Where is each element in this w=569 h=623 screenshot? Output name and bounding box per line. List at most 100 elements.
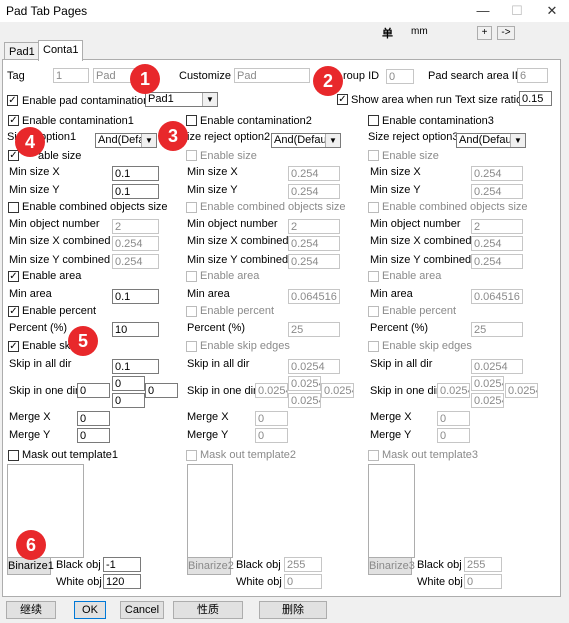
pad-search-label: Pad search area ID [428, 70, 523, 82]
min-y-comb3-input[interactable]: 0.254 [471, 254, 523, 269]
min-x-comb1-input[interactable]: 0.254 [112, 236, 159, 251]
maximize-button[interactable]: ☐ [500, 0, 534, 22]
enable-size3-checkbox[interactable] [368, 150, 379, 161]
skip-top1-input[interactable]: 0 [112, 376, 145, 391]
size-reject1-select[interactable]: And(Default) ▼ [95, 133, 157, 148]
min-x-comb2-input[interactable]: 0.254 [288, 236, 340, 251]
percent2-input[interactable]: 25 [288, 322, 340, 337]
min-x3-input[interactable]: 0.254 [471, 166, 523, 181]
enable-combined3-checkbox[interactable] [368, 202, 379, 213]
min-x-comb3-input[interactable]: 0.254 [471, 236, 523, 251]
skip-left2-input[interactable]: 0.0254 [255, 383, 288, 398]
text-size-input[interactable]: 0.15 [519, 91, 552, 106]
enable-combined2-checkbox[interactable] [186, 202, 197, 213]
enable-combined1-checkbox[interactable] [8, 202, 19, 213]
cancel-button[interactable]: Cancel [120, 601, 164, 619]
enable-area3-checkbox[interactable] [368, 271, 379, 282]
merge-x2-input[interactable]: 0 [255, 411, 288, 426]
percent1-input[interactable]: 10 [112, 322, 159, 337]
skip-top3-input[interactable]: 0.0254 [471, 376, 504, 391]
mask-template2-checkbox[interactable] [186, 450, 197, 461]
skip-right1-input[interactable]: 0 [145, 383, 178, 398]
min-obj2-input[interactable]: 2 [288, 219, 340, 234]
enable-percent3-checkbox[interactable] [368, 306, 379, 317]
enable-pad-contam-checkbox[interactable]: ✓ [7, 95, 18, 106]
minimize-button[interactable]: — [466, 0, 500, 22]
min-y3-input[interactable]: 0.254 [471, 184, 523, 199]
pad-select[interactable]: Pad1 ▼ [145, 92, 218, 107]
show-area-checkbox[interactable]: ✓ [337, 94, 348, 105]
enable-percent1-checkbox[interactable]: ✓ [8, 306, 19, 317]
mask-template2-label: Mask out template2 [200, 449, 296, 461]
mask-template1-checkbox[interactable] [8, 450, 19, 461]
merge-x3-input[interactable]: 0 [437, 411, 470, 426]
min-x1-input[interactable]: 0.1 [112, 166, 159, 181]
black-obj3-input[interactable]: 255 [464, 557, 502, 572]
white-obj2-input[interactable]: 0 [284, 574, 322, 589]
mask-template3-checkbox[interactable] [368, 450, 379, 461]
skip-all3-label: Skip in all dir [370, 358, 433, 370]
close-button[interactable]: ✕ [535, 0, 569, 22]
tag-input[interactable]: 1 [53, 68, 89, 83]
enable-area2-checkbox[interactable] [186, 271, 197, 282]
enable-contam1-label: Enable contamination1 [22, 115, 134, 127]
size-reject3-select[interactable]: And(Default) ▼ [456, 133, 526, 148]
min-area1-input[interactable]: 0.1 [112, 289, 159, 304]
enable-skip3-checkbox[interactable] [368, 341, 379, 352]
merge-x1-label: Merge X [9, 411, 51, 423]
merge-y3-input[interactable]: 0 [437, 428, 470, 443]
min-x2-input[interactable]: 0.254 [288, 166, 340, 181]
min-area2-input[interactable]: 0.064516 [288, 289, 340, 304]
enable-size1-checkbox[interactable]: ✓ [8, 150, 19, 161]
enable-contam3-checkbox[interactable] [368, 115, 379, 126]
binarize2-button[interactable]: Binarize2 [187, 557, 234, 575]
property-button[interactable]: 性质 [173, 601, 243, 619]
black-obj2-input[interactable]: 255 [284, 557, 322, 572]
pad-search-input[interactable]: 6 [517, 68, 548, 83]
skip-left1-input[interactable]: 0 [77, 383, 110, 398]
enable-contam2-checkbox[interactable] [186, 115, 197, 126]
ok-button[interactable]: OK [74, 601, 106, 619]
arrow-button[interactable]: -> [497, 26, 515, 40]
skip-all1-input[interactable]: 0.1 [112, 359, 159, 374]
enable-size2-checkbox[interactable] [186, 150, 197, 161]
merge-y2-input[interactable]: 0 [255, 428, 288, 443]
min-y-comb2-input[interactable]: 0.254 [288, 254, 340, 269]
percent3-input[interactable]: 25 [471, 322, 523, 337]
size-reject2-select[interactable]: And(Default) ▼ [271, 133, 341, 148]
skip-bottom1-input[interactable]: 0 [112, 393, 145, 408]
white-obj1-input[interactable]: 120 [103, 574, 141, 589]
merge-x1-input[interactable]: 0 [77, 411, 110, 426]
black-obj1-input[interactable]: -1 [103, 557, 141, 572]
min-y1-input[interactable]: 0.1 [112, 184, 159, 199]
skip-bottom2-input[interactable]: 0.0254 [288, 393, 321, 408]
enable-percent2-checkbox[interactable] [186, 306, 197, 317]
plus-button[interactable]: + [477, 26, 492, 40]
skip-bottom3-input[interactable]: 0.0254 [471, 393, 504, 408]
min-y2-input[interactable]: 0.254 [288, 184, 340, 199]
group-id-input[interactable]: 0 [386, 69, 414, 84]
min-obj1-input[interactable]: 2 [112, 219, 159, 234]
continue-button[interactable]: 继续 [6, 601, 56, 619]
skip-top2-input[interactable]: 0.0254 [288, 376, 321, 391]
delete-button[interactable]: 删除 [259, 601, 327, 619]
skip-all2-input[interactable]: 0.0254 [288, 359, 340, 374]
skip-all3-input[interactable]: 0.0254 [471, 359, 523, 374]
white-obj3-input[interactable]: 0 [464, 574, 502, 589]
enable-skip2-checkbox[interactable] [186, 341, 197, 352]
min-y-comb1-input[interactable]: 0.254 [112, 254, 159, 269]
enable-area1-checkbox[interactable]: ✓ [8, 271, 19, 282]
unit-value: mm [411, 26, 428, 37]
min-obj3-input[interactable]: 2 [471, 219, 523, 234]
customize-label: Customize [179, 70, 231, 82]
merge-y1-input[interactable]: 0 [77, 428, 110, 443]
skip-right2-input[interactable]: 0.0254 [321, 383, 354, 398]
tab-conta1[interactable]: Conta1 [38, 40, 84, 61]
customize-input[interactable]: Pad [234, 68, 310, 83]
enable-contam1-checkbox[interactable]: ✓ [8, 115, 19, 126]
binarize3-button[interactable]: Binarize3 [368, 557, 415, 575]
enable-skip1-checkbox[interactable]: ✓ [8, 341, 19, 352]
skip-right3-input[interactable]: 0.0254 [505, 383, 538, 398]
min-area3-input[interactable]: 0.064516 [471, 289, 523, 304]
skip-left3-input[interactable]: 0.0254 [437, 383, 470, 398]
